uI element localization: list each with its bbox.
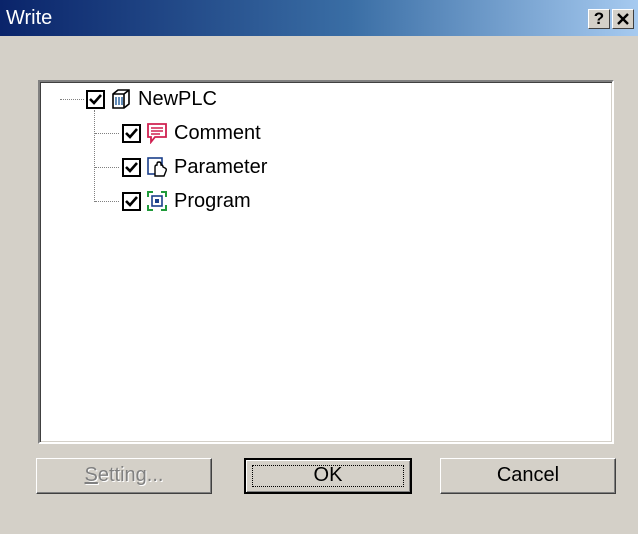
ok-button[interactable]: OK <box>244 458 412 494</box>
tree-connector <box>94 110 95 202</box>
checkmark-icon <box>125 128 138 139</box>
help-button[interactable]: ? <box>588 9 610 29</box>
tree-node-label: NewPLC <box>138 88 217 110</box>
close-icon <box>617 13 629 25</box>
write-dialog: Write ? NewPLC Comment Parameter Program… <box>0 0 638 534</box>
plc-cube-icon <box>110 88 132 110</box>
checkmark-icon <box>89 94 102 105</box>
tree-node-label: Comment <box>174 122 261 144</box>
tree-connector <box>95 167 119 168</box>
program-checkbox[interactable] <box>122 192 141 211</box>
setting-mnemonic: S <box>84 464 98 486</box>
tree-connector <box>95 201 119 202</box>
window-title: Write <box>6 7 53 29</box>
tree-node-label: Program <box>174 190 251 212</box>
program-icon <box>146 190 168 212</box>
setting-button[interactable]: Setting... <box>36 458 212 494</box>
setting-label: etting... <box>97 464 164 486</box>
tree-view[interactable]: NewPLC Comment Parameter Program <box>38 80 614 444</box>
comment-checkbox[interactable] <box>122 124 141 143</box>
cancel-button[interactable]: Cancel <box>440 458 616 494</box>
comment-icon <box>146 122 168 145</box>
checkmark-icon <box>125 162 138 173</box>
close-button[interactable] <box>612 9 634 29</box>
checkmark-icon <box>125 196 138 207</box>
tree-connector <box>60 99 84 100</box>
parameter-hand-icon <box>146 156 168 178</box>
title-bar[interactable]: Write ? <box>0 0 638 36</box>
parameter-checkbox[interactable] <box>122 158 141 177</box>
focus-ring <box>252 465 404 487</box>
tree-node-label: Parameter <box>174 156 268 178</box>
tree-connector <box>95 133 119 134</box>
newplc-checkbox[interactable] <box>86 90 105 109</box>
